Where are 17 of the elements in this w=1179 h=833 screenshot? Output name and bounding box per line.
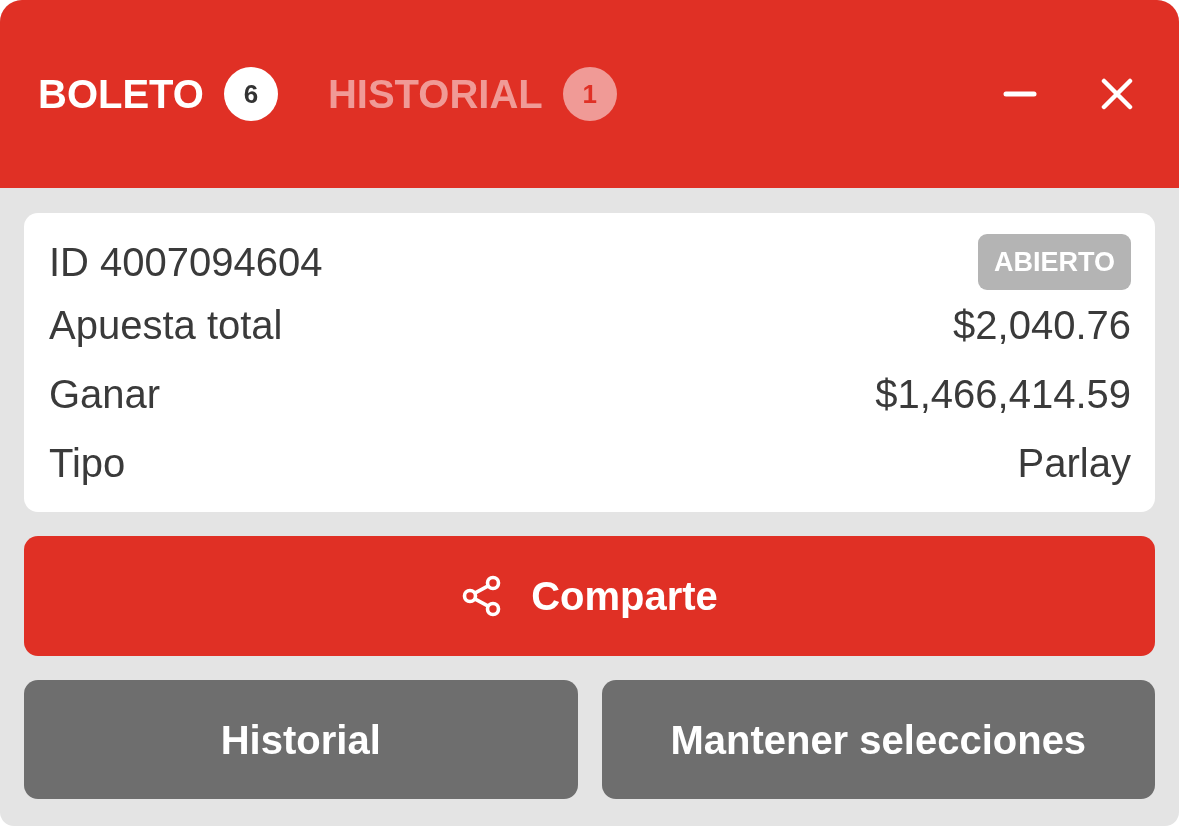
count-badge: 6 <box>223 67 278 121</box>
field-value: $1,466,414.59 <box>875 373 1131 414</box>
count-badge: 1 <box>562 67 617 121</box>
share-button[interactable]: Comparte <box>24 536 1155 656</box>
field-value: $2,040.76 <box>953 304 1131 345</box>
ticket-id: ID 4007094604 <box>49 242 323 282</box>
field-label: Ganar <box>49 373 161 414</box>
field-label: Apuesta total <box>49 304 283 345</box>
minimize-icon <box>1003 91 1037 97</box>
close-icon <box>1101 78 1133 110</box>
status-badge: ABIERTO <box>978 234 1131 290</box>
action-button[interactable]: Historial <box>24 680 578 799</box>
tab[interactable]: BOLETO <box>38 74 204 114</box>
field-label: Tipo <box>49 442 126 483</box>
close-button[interactable] <box>1101 78 1133 110</box>
action-button[interactable]: Mantener selecciones <box>601 680 1155 799</box>
field-value: Parlay <box>1017 442 1131 483</box>
